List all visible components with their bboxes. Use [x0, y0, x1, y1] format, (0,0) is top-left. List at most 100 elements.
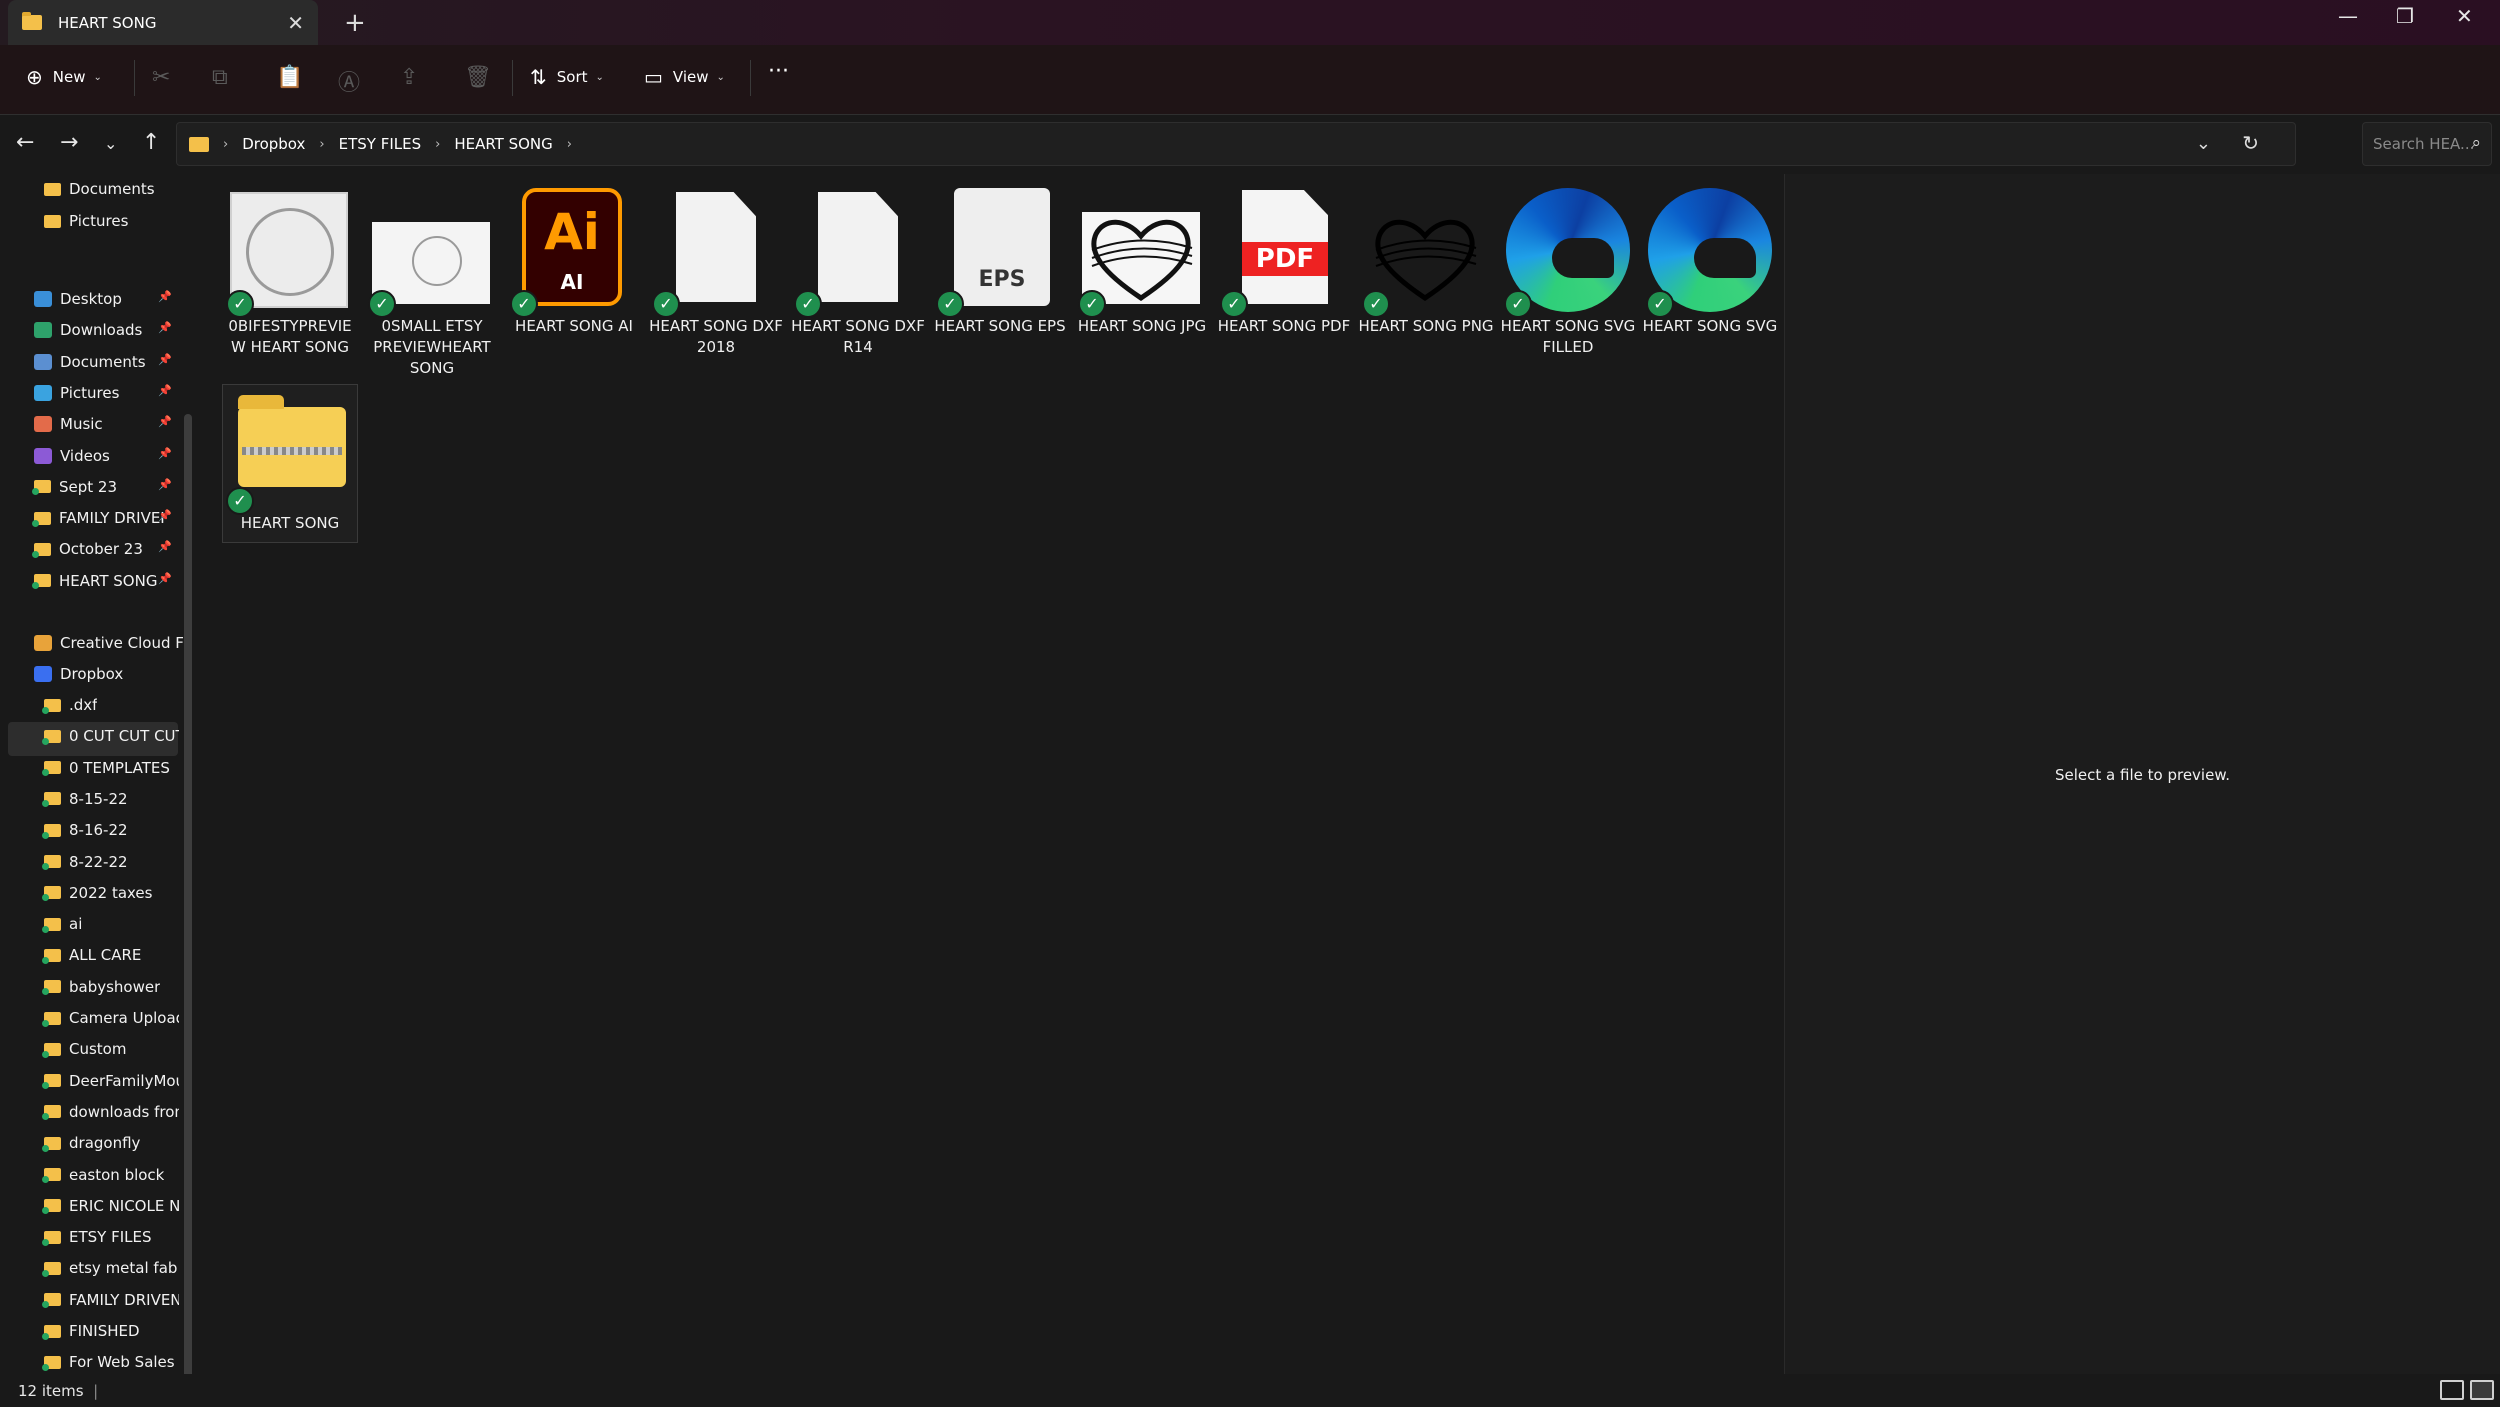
sidebar-item-etsy-metal-fab[interactable]: etsy metal fab: [42, 1253, 178, 1283]
pin-icon[interactable]: 📌: [158, 572, 172, 585]
sidebar-item-ai[interactable]: ai: [42, 909, 82, 939]
sidebar-item-documents[interactable]: Documents: [44, 174, 155, 204]
chevron-right-icon[interactable]: ›: [567, 137, 572, 152]
more-options-button[interactable]: ···: [768, 59, 789, 84]
sidebar-item-label: Music: [60, 415, 103, 434]
minimize-button[interactable]: —: [2338, 4, 2358, 28]
sidebar-item-etsy-files[interactable]: ETSY FILES: [42, 1222, 152, 1252]
pin-icon[interactable]: 📌: [158, 290, 172, 303]
file-tile-heart-song-dxf-r14[interactable]: ✓ HEART SONG DXF R14: [790, 188, 926, 358]
folder-icon: [42, 792, 61, 808]
sidebar-item-all-care[interactable]: ALL CARE: [42, 940, 141, 970]
cut-icon[interactable]: ✂: [152, 65, 170, 90]
sidebar-item-8-16-22[interactable]: 8-16-22: [42, 815, 128, 845]
pin-icon[interactable]: 📌: [158, 415, 172, 428]
sidebar-item-sept-23[interactable]: Sept 23: [32, 472, 117, 502]
file-tile-heart-song-svg-filled[interactable]: ✓ HEART SONG SVG FILLED: [1500, 188, 1636, 358]
breadcrumb-etsy-files[interactable]: ETSY FILES: [339, 135, 422, 153]
pin-icon[interactable]: 📌: [158, 353, 172, 366]
sidebar-item-creative-cloud-fi[interactable]: Creative Cloud Fi: [34, 628, 187, 658]
address-dropdown-icon[interactable]: ⌄: [2196, 133, 2211, 154]
sidebar-scrollbar[interactable]: [184, 414, 192, 1374]
pin-icon[interactable]: 📌: [158, 509, 172, 522]
file-tile-heart-song-ai[interactable]: Ai AI ✓ HEART SONG AI: [506, 188, 642, 337]
copy-icon[interactable]: ⧉: [212, 65, 228, 90]
sidebar-item-deerfamilymou[interactable]: DeerFamilyMou: [42, 1066, 179, 1096]
recent-chevron-icon[interactable]: ⌄: [104, 134, 117, 153]
folder-icon: [42, 1011, 61, 1027]
folder-icon: [32, 574, 51, 590]
details-view-button[interactable]: [2440, 1380, 2464, 1400]
view-button[interactable]: ▭ View ⌄: [644, 65, 725, 89]
sidebar-item-label: etsy metal fab: [69, 1259, 178, 1278]
sidebar-item-desktop[interactable]: Desktop: [34, 284, 122, 314]
file-tile-heart-song-jpg[interactable]: ✓ HEART SONG JPG: [1074, 188, 1210, 337]
pin-icon[interactable]: 📌: [158, 384, 172, 397]
pin-icon[interactable]: 📌: [158, 478, 172, 491]
back-icon[interactable]: ←: [16, 130, 34, 155]
sidebar-item-family-driven[interactable]: FAMILY DRIVEN: [42, 1285, 179, 1315]
sort-button[interactable]: ⇅ Sort ⌄: [530, 65, 604, 89]
chevron-right-icon[interactable]: ›: [223, 137, 228, 152]
breadcrumb-dropbox[interactable]: Dropbox: [242, 135, 305, 153]
sidebar-item-2022-taxes[interactable]: 2022 taxes: [42, 878, 152, 908]
chevron-right-icon[interactable]: ›: [435, 137, 440, 152]
sidebar-item-heart-song[interactable]: HEART SONG: [32, 566, 157, 596]
sidebar-item-downloads[interactable]: Downloads: [34, 315, 142, 345]
sidebar-item-music[interactable]: Music: [34, 409, 103, 439]
chevron-right-icon[interactable]: ›: [319, 137, 324, 152]
file-tile-heart-song-png[interactable]: ✓ HEART SONG PNG: [1358, 188, 1494, 337]
file-tile-heart-song-svg[interactable]: ✓ HEART SONG SVG: [1642, 188, 1778, 337]
file-tile-0bifestyprevie-w-heart-song[interactable]: ✓ 0BIFESTYPREVIE W HEART SONG: [222, 188, 358, 358]
sidebar-item-8-22-22[interactable]: 8-22-22: [42, 847, 128, 877]
sidebar-item-babyshower[interactable]: babyshower: [42, 972, 160, 1002]
sidebar-item-8-15-22[interactable]: 8-15-22: [42, 784, 128, 814]
address-bar[interactable]: › Dropbox › ETSY FILES › HEART SONG › ⌄ …: [176, 122, 2296, 166]
delete-icon[interactable]: 🗑: [464, 65, 492, 90]
file-tile-heart-song-eps[interactable]: EPS ✓ HEART SONG EPS: [932, 188, 1068, 337]
folder-icon: [32, 542, 51, 558]
file-tile-heart-song-pdf[interactable]: PDF ✓ HEART SONG PDF: [1216, 188, 1352, 337]
sync-check-icon: ✓: [1078, 290, 1106, 318]
sidebar-item-videos[interactable]: Videos: [34, 441, 110, 471]
sidebar-item-pictures[interactable]: Pictures: [44, 206, 128, 236]
pin-icon[interactable]: 📌: [158, 540, 172, 553]
sidebar-item-for-web-sales[interactable]: For Web Sales: [42, 1347, 175, 1374]
file-tile-heart-song[interactable]: ✓ HEART SONG: [222, 384, 358, 543]
sidebar-item-custom[interactable]: Custom: [42, 1034, 126, 1064]
share-icon[interactable]: ⇪: [400, 65, 418, 90]
sidebar-item-0-templates[interactable]: 0 TEMPLATES: [42, 753, 170, 783]
pin-icon[interactable]: 📌: [158, 447, 172, 460]
close-tab-icon[interactable]: ✕: [287, 11, 304, 35]
file-tile-0small-etsy-previewheart-song[interactable]: ✓ 0SMALL ETSY PREVIEWHEART SONG: [364, 188, 500, 379]
up-icon[interactable]: ↑: [142, 130, 160, 155]
file-tile-heart-song-dxf-2018[interactable]: ✓ HEART SONG DXF 2018: [648, 188, 784, 358]
pin-icon[interactable]: 📌: [158, 321, 172, 334]
sidebar-item-family-drivei[interactable]: FAMILY DRIVEI: [32, 503, 165, 533]
sidebar-item-dxf[interactable]: .dxf: [42, 690, 97, 720]
new-button[interactable]: ⊕ New ⌄: [26, 65, 102, 89]
sidebar-item-dragonfly[interactable]: dragonfly: [42, 1128, 140, 1158]
sidebar-item-pictures[interactable]: Pictures: [34, 378, 119, 408]
sidebar-item-0-cut-cut-cut[interactable]: 0 CUT CUT CUT: [42, 721, 179, 751]
sidebar-item-downloads-from[interactable]: downloads from: [42, 1097, 179, 1127]
sidebar-item-october-23[interactable]: October 23: [32, 534, 143, 564]
maximize-button[interactable]: ❐: [2396, 4, 2414, 28]
breadcrumb-heart-song[interactable]: HEART SONG: [454, 135, 552, 153]
sidebar-item-documents[interactable]: Documents: [34, 347, 146, 377]
large-icons-view-button[interactable]: [2470, 1380, 2494, 1400]
close-window-button[interactable]: ✕: [2456, 4, 2473, 28]
refresh-icon[interactable]: ↻: [2242, 131, 2259, 155]
search-input[interactable]: Search HEA... ⌕: [2362, 122, 2492, 166]
title-bar: HEART SONG ✕ + — ❐ ✕: [0, 0, 2500, 45]
new-tab-button[interactable]: +: [344, 8, 366, 38]
tab-heart-song[interactable]: HEART SONG ✕: [8, 0, 318, 45]
sidebar-item-dropbox[interactable]: Dropbox: [34, 659, 123, 689]
sidebar-item-eric-nicole-ni[interactable]: ERIC NICOLE NI: [42, 1191, 179, 1221]
forward-icon[interactable]: →: [60, 130, 78, 155]
sidebar-item-easton-block[interactable]: easton block: [42, 1160, 164, 1190]
sidebar-item-finished[interactable]: FINISHED: [42, 1316, 140, 1346]
sidebar-item-camera-upload[interactable]: Camera Upload:: [42, 1003, 179, 1033]
rename-icon[interactable]: Ⓐ: [338, 65, 360, 97]
paste-icon[interactable]: 📋: [276, 65, 303, 90]
